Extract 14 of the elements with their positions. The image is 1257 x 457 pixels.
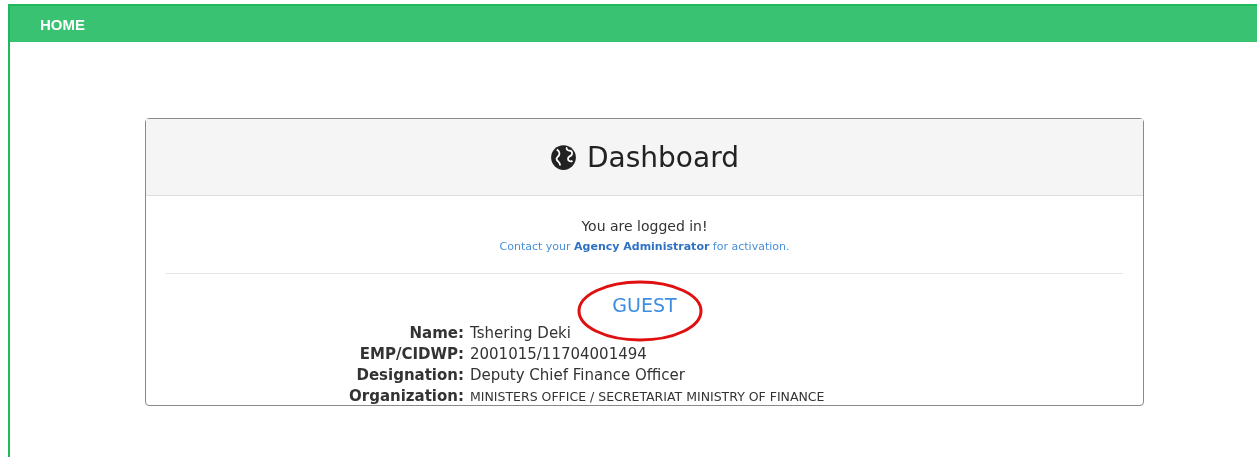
- field-label: Organization:: [349, 387, 464, 405]
- field-value: 2001015/11704001494: [470, 345, 648, 363]
- field-label: Name:: [408, 324, 464, 342]
- role-label: GUEST: [612, 294, 677, 316]
- globe-icon: [550, 143, 578, 171]
- field-label: Designation:: [355, 366, 464, 384]
- card-title: Dashboard: [587, 140, 739, 174]
- nav-link[interactable]: HOME: [40, 15, 85, 33]
- activation-note: Contact your Agency Administrator for activation.: [499, 240, 790, 253]
- field-value: Deputy Chief Finance Officer: [470, 366, 686, 384]
- field-value: MINISTERS OFFICE / SECRETARIAT MINISTRY OF FINANCE: [470, 389, 825, 404]
- field-value: Tshering Deki: [470, 324, 572, 342]
- login-message: You are logged in!: [581, 218, 708, 234]
- field-label: EMP/CIDWP:: [358, 345, 464, 363]
